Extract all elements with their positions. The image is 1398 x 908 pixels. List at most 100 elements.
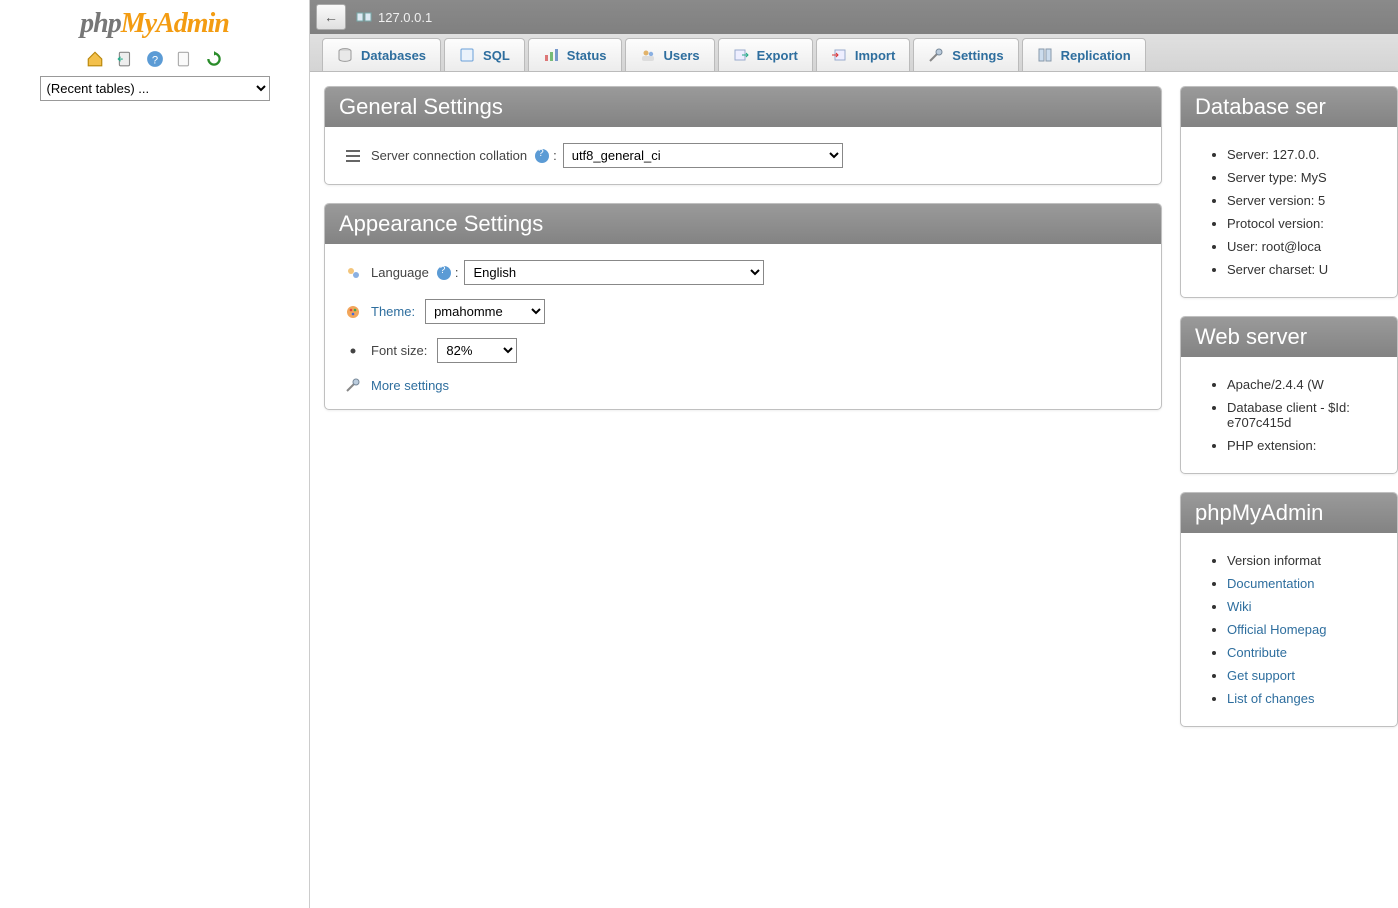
- homepage-link[interactable]: Official Homepag: [1227, 622, 1326, 637]
- fontsize-label: Font size:: [371, 343, 427, 358]
- row-collation: Server connection collation : utf8_gener…: [345, 143, 1141, 168]
- row-more-settings: More settings: [345, 377, 1141, 393]
- logo[interactable]: phpMyAdmin: [80, 8, 229, 40]
- server-icon: [356, 10, 372, 24]
- wrench-icon: [345, 377, 361, 393]
- list-icon: [345, 148, 361, 164]
- list-item: Official Homepag: [1227, 618, 1377, 641]
- list-item: List of changes: [1227, 687, 1377, 710]
- tab-label: Export: [757, 48, 798, 63]
- list-item: Get support: [1227, 664, 1377, 687]
- logo-part1: php: [80, 8, 121, 39]
- more-settings-link[interactable]: More settings: [371, 378, 449, 393]
- collation-select[interactable]: utf8_general_ci: [563, 143, 843, 168]
- panel-web-server: Web server Apache/2.4.4 (W Database clie…: [1180, 316, 1398, 474]
- theme-icon: [345, 304, 361, 320]
- tab-export[interactable]: Export: [718, 38, 813, 71]
- tab-databases[interactable]: Databases: [322, 38, 441, 71]
- wiki-link[interactable]: Wiki: [1227, 599, 1252, 614]
- help-icon[interactable]: [535, 149, 549, 163]
- tab-replication[interactable]: Replication: [1022, 38, 1146, 71]
- tabstrip: Databases SQL Status Users Export Import: [310, 34, 1398, 72]
- webserver-list: Apache/2.4.4 (W Database client - $Id: e…: [1227, 373, 1377, 457]
- list-item: Apache/2.4.4 (W: [1227, 373, 1377, 396]
- panel-title: Database ser: [1181, 87, 1397, 127]
- back-button[interactable]: ←: [316, 4, 346, 30]
- tab-label: Users: [664, 48, 700, 63]
- list-item: Server type: MyS: [1227, 166, 1377, 189]
- list-item: Server: 127.0.0.: [1227, 143, 1377, 166]
- main-column: General Settings Server connection colla…: [324, 86, 1162, 745]
- list-item: Server version: 5: [1227, 189, 1377, 212]
- sql-help-icon[interactable]: ?: [146, 50, 164, 68]
- logo-part2: MyAdmin: [121, 8, 229, 39]
- replication-icon: [1037, 47, 1053, 63]
- language-label: Language: [371, 265, 429, 280]
- help-icon[interactable]: [437, 266, 451, 280]
- database-icon: [337, 47, 353, 63]
- settings-icon: [928, 47, 944, 63]
- row-language: Language : English: [345, 260, 1141, 285]
- panel-phpmyadmin: phpMyAdmin Version informat Documentatio…: [1180, 492, 1398, 727]
- tab-settings[interactable]: Settings: [913, 38, 1018, 71]
- export-icon: [733, 47, 749, 63]
- list-item: User: root@loca: [1227, 235, 1377, 258]
- tab-users[interactable]: Users: [625, 38, 715, 71]
- sql-icon: [459, 47, 475, 63]
- tab-status[interactable]: Status: [528, 38, 622, 71]
- list-item: Database client - $Id: e707c415d: [1227, 396, 1377, 434]
- tab-label: Databases: [361, 48, 426, 63]
- recent-tables: (Recent tables) ...: [40, 76, 270, 101]
- content: General Settings Server connection colla…: [310, 72, 1398, 745]
- status-icon: [543, 47, 559, 63]
- support-link[interactable]: Get support: [1227, 668, 1295, 683]
- import-icon: [831, 47, 847, 63]
- collation-label: Server connection collation: [371, 148, 527, 163]
- colon: :: [553, 148, 557, 163]
- recent-tables-select[interactable]: (Recent tables) ...: [40, 76, 270, 101]
- users-icon: [640, 47, 656, 63]
- language-icon: [345, 265, 361, 281]
- dbserver-list: Server: 127.0.0. Server type: MyS Server…: [1227, 143, 1377, 281]
- main: ← 127.0.0.1 Databases SQL Status Users: [310, 0, 1398, 908]
- list-item: Wiki: [1227, 595, 1377, 618]
- info-column: Database ser Server: 127.0.0. Server typ…: [1180, 86, 1398, 745]
- reload-icon[interactable]: [205, 50, 223, 68]
- panel-general-settings: General Settings Server connection colla…: [324, 86, 1162, 185]
- topbar: ← 127.0.0.1: [310, 0, 1398, 34]
- svg-text:?: ?: [151, 55, 157, 67]
- row-theme: Theme: pmahomme: [345, 299, 1141, 324]
- tab-label: Import: [855, 48, 895, 63]
- pma-list: Version informat Documentation Wiki Offi…: [1227, 549, 1377, 710]
- fontsize-select[interactable]: 82%: [437, 338, 517, 363]
- tab-sql[interactable]: SQL: [444, 38, 525, 71]
- docs-icon[interactable]: [175, 50, 193, 68]
- tab-label: Settings: [952, 48, 1003, 63]
- sidebar: phpMyAdmin ? (Recent tables) ...: [0, 0, 310, 908]
- panel-database-server: Database ser Server: 127.0.0. Server typ…: [1180, 86, 1398, 298]
- tab-import[interactable]: Import: [816, 38, 910, 71]
- list-item: Protocol version:: [1227, 212, 1377, 235]
- list-item: Version informat: [1227, 549, 1377, 572]
- bullet-icon: [345, 343, 361, 359]
- list-item: PHP extension:: [1227, 434, 1377, 457]
- doc-link[interactable]: Documentation: [1227, 576, 1314, 591]
- theme-label[interactable]: Theme:: [371, 304, 415, 319]
- contribute-link[interactable]: Contribute: [1227, 645, 1287, 660]
- theme-select[interactable]: pmahomme: [425, 299, 545, 324]
- list-item: Documentation: [1227, 572, 1377, 595]
- changes-link[interactable]: List of changes: [1227, 691, 1314, 706]
- logout-icon[interactable]: [116, 50, 134, 68]
- tab-label: SQL: [483, 48, 510, 63]
- breadcrumb-host[interactable]: 127.0.0.1: [378, 10, 432, 25]
- list-item: Server charset: U: [1227, 258, 1377, 281]
- panel-title: Web server: [1181, 317, 1397, 357]
- panel-title: Appearance Settings: [325, 204, 1161, 244]
- tab-label: Status: [567, 48, 607, 63]
- colon: :: [455, 265, 459, 280]
- tab-label: Replication: [1061, 48, 1131, 63]
- panel-title: phpMyAdmin: [1181, 493, 1397, 533]
- home-icon[interactable]: [86, 50, 104, 68]
- sidebar-quicklinks: ?: [0, 50, 309, 68]
- language-select[interactable]: English: [464, 260, 764, 285]
